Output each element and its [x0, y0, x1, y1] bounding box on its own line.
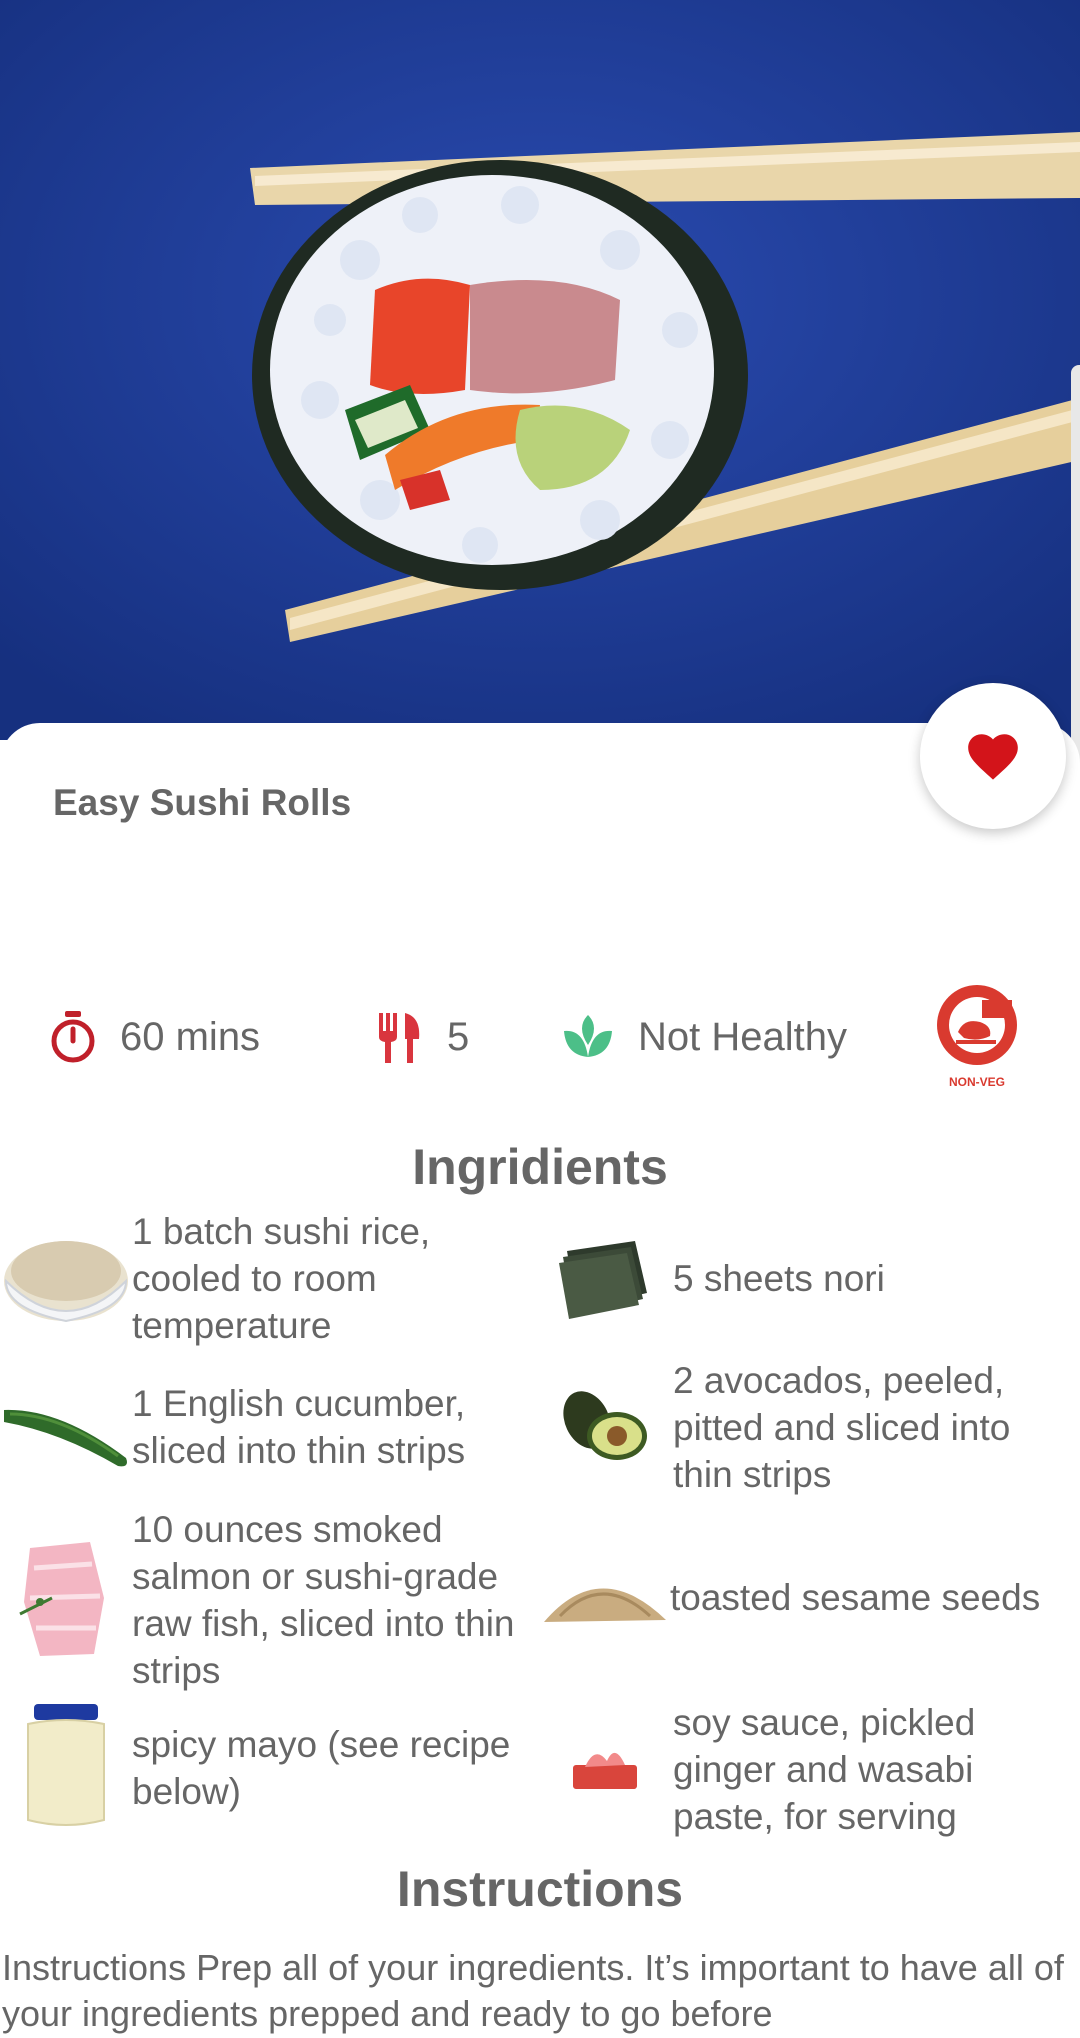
nori-sheets-icon [555, 1231, 655, 1326]
stopwatch-icon [48, 1009, 98, 1065]
raw-fish-icon [0, 1528, 132, 1673]
ingredient-text: 1 batch sushi rice, cooled to room tempe… [132, 1211, 431, 1346]
instructions-text: Instructions Prep all of your ingredient… [2, 1947, 1064, 2034]
cucumber-icon [0, 1380, 132, 1475]
ingredient-item: 5 sheets nori [555, 1208, 1080, 1348]
non-veg-label: NON-VEG [948, 1075, 1005, 1089]
ingredient-item: toasted sesame seeds [540, 1555, 1080, 1639]
recipe-title: Easy Sushi Rolls [53, 782, 352, 823]
rice-bowl-icon [0, 1221, 132, 1336]
recipe-hero-image [0, 0, 1080, 740]
fork-knife-icon [375, 1009, 425, 1065]
ingredient-item: 1 batch sushi rice, cooled to room tempe… [0, 1208, 540, 1349]
sesame-seeds-icon [540, 1560, 670, 1635]
health-value: Not Healthy [638, 1014, 847, 1059]
ingredient-item: 1 English cucumber, sliced into thin str… [0, 1372, 540, 1482]
ingredient-text: 10 ounces smoked salmon or sushi-grade r… [132, 1509, 515, 1691]
cook-time-value: 60 mins [120, 1014, 261, 1059]
heart-icon [968, 734, 1018, 780]
cook-time-stat: 60 mins [48, 1002, 260, 1072]
favorite-button[interactable] [920, 683, 1066, 829]
ingredient-text: 2 avocados, peeled, pitted and sliced in… [673, 1359, 1011, 1495]
non-veg-icon [937, 985, 1017, 1065]
non-veg-badge: NON-VEG [934, 982, 1020, 1089]
pickled-ginger-icon [555, 1727, 655, 1812]
health-stat: Not Healthy [560, 1002, 847, 1072]
ingredient-text: 1 English cucumber, sliced into thin str… [132, 1383, 466, 1471]
ingredient-text: 5 sheets nori [673, 1257, 885, 1299]
servings-stat: 5 [375, 1002, 469, 1072]
ingredient-item: 2 avocados, peeled, pitted and sliced in… [555, 1352, 1080, 1502]
ingredient-item: spicy mayo (see recipe below) [0, 1693, 540, 1843]
ingredient-text: soy sauce, pickled ginger and wasabi pas… [673, 1702, 976, 1837]
servings-value: 5 [447, 1014, 470, 1059]
ingredient-text: spicy mayo (see recipe below) [132, 1724, 511, 1812]
ingredient-item: soy sauce, pickled ginger and wasabi pas… [555, 1697, 1080, 1842]
mayo-jar-icon [0, 1696, 132, 1841]
side-scroll-handle[interactable] [1071, 365, 1080, 790]
ingredient-text: toasted sesame seeds [670, 1576, 1041, 1618]
avocado-icon [555, 1380, 655, 1475]
leaf-icon [560, 1011, 616, 1063]
ingredient-item: 10 ounces smoked salmon or sushi-grade r… [0, 1505, 540, 1695]
instructions-heading: Instructions [396, 1861, 684, 1917]
ingredients-heading: Ingridients [412, 1139, 668, 1195]
